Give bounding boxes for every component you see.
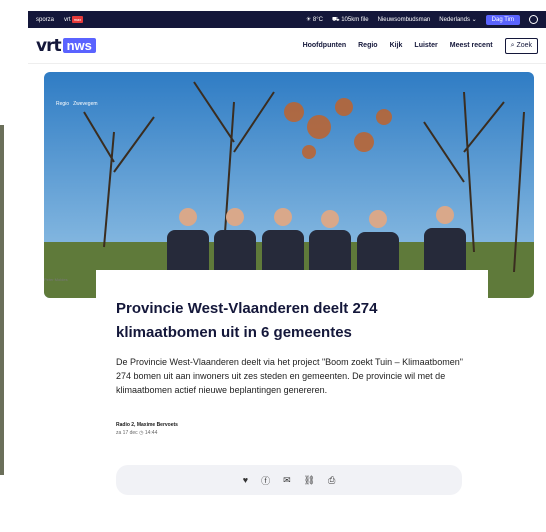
ombudsman-link[interactable]: Nieuwsombudsman [378, 17, 431, 23]
background-page-edge [0, 125, 4, 475]
article-time: 14:44 [144, 430, 158, 436]
nav-kijk[interactable]: Kijk [390, 42, 403, 49]
user-greeting-button[interactable]: Dag Tim [485, 14, 520, 25]
main-nav: Hoofdpunten Regio Kijk Luister Meest rec… [303, 37, 538, 54]
nav-regio[interactable]: Regio [358, 42, 377, 49]
search-label: Zoek [516, 41, 532, 49]
clock-icon: ◷ [139, 430, 144, 436]
nav-luister[interactable]: Luister [414, 42, 437, 49]
vrt-label: vrt [64, 16, 71, 23]
article-card: Provincie West-Vlaanderen deelt 274 klim… [96, 270, 488, 436]
article-authors[interactable]: Radio 2, Maxime Bervoets [116, 422, 468, 428]
vrt-nws-logo[interactable]: vrt nws [36, 36, 96, 56]
logo-vrt: vrt [36, 35, 62, 56]
top-bar: sporza vrt max ☀ 8°C ⛟ 105km file Nieuwso… [28, 11, 546, 28]
max-badge: max [71, 15, 84, 23]
traffic-label: 105km file [341, 16, 369, 23]
traffic-widget[interactable]: ⛟ 105km file [332, 16, 369, 24]
link-icon[interactable]: ⛓ [304, 475, 315, 486]
email-icon[interactable]: ✉ [283, 475, 291, 486]
article-date: za 17 dec [116, 430, 138, 436]
share-bar: ♥ ⓕ ✉ ⛓ ⎙ [116, 465, 462, 495]
logo-nws: nws [62, 38, 96, 53]
nav-hoofdpunten[interactable]: Hoofdpunten [303, 42, 347, 49]
weather-widget[interactable]: ☀ 8°C [306, 16, 323, 23]
user-icon[interactable] [529, 15, 538, 24]
vrt-max-link[interactable]: vrt max [64, 15, 84, 23]
hero-tags: Regio Zwevegem [56, 101, 98, 107]
tag-regio[interactable]: Regio [56, 101, 69, 107]
language-select[interactable]: Nederlands [439, 16, 476, 23]
sporza-link[interactable]: sporza [36, 17, 54, 23]
article-title: Provincie West-Vlaanderen deelt 274 klim… [116, 300, 378, 341]
article-meta: za 17 dec ◷ 14:44 [116, 430, 468, 436]
weather-label: 8°C [312, 17, 323, 23]
hero-image: Regio Zwevegem [44, 72, 534, 298]
facebook-icon[interactable]: ⓕ [261, 474, 270, 487]
article-lead: De Provincie West-Vlaanderen deelt via h… [116, 357, 463, 395]
search-button[interactable]: ⌕ Zoek [504, 37, 538, 54]
twitter-icon[interactable]: ♥ [243, 475, 248, 485]
site-header: vrt nws Hoofdpunten Regio Kijk Luister M… [28, 28, 546, 64]
photo-credit: Peter Moldes [44, 277, 68, 282]
nav-meest-recent[interactable]: Meest recent [450, 42, 493, 49]
tag-zwevegem[interactable]: Zwevegem [73, 101, 97, 107]
print-icon[interactable]: ⎙ [328, 475, 335, 486]
